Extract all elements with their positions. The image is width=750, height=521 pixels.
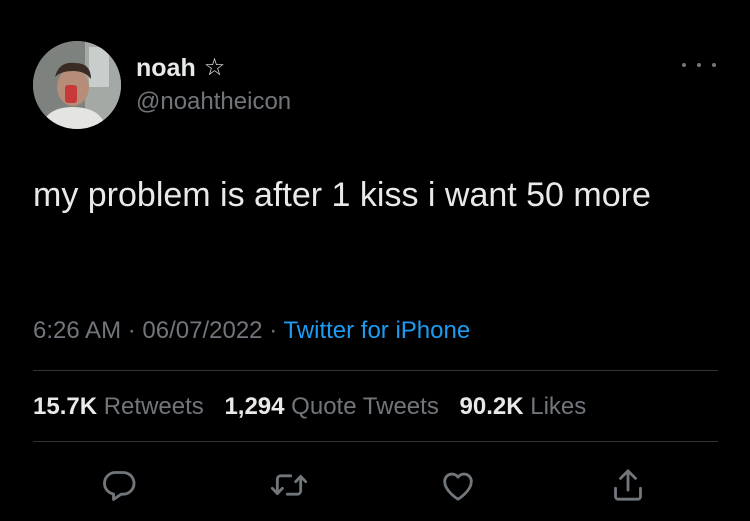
quote-tweets-count: 1,294 [224, 393, 285, 420]
quote-tweets-label: Quote Tweets [291, 393, 439, 420]
tweet-meta: 6:26 AM · 06/07/2022 · Twitter for iPhon… [33, 315, 470, 347]
reply-icon [103, 471, 136, 501]
divider [33, 441, 718, 442]
display-name-row[interactable]: noah ☆ [136, 53, 225, 83]
meta-separator: · [269, 317, 284, 344]
tweet-text: my problem is after 1 kiss i want 50 mor… [33, 176, 651, 214]
retweets-label: Retweets [103, 393, 204, 420]
likes-stat[interactable]: 90.2K Likes [460, 393, 587, 420]
tweet-source-link[interactable]: Twitter for iPhone [283, 317, 470, 344]
heart-icon [443, 472, 473, 501]
display-name[interactable]: noah [136, 53, 196, 83]
retweet-icon [270, 474, 308, 496]
more-dot [712, 63, 716, 67]
action-bar [0, 460, 750, 510]
avatar-photo [33, 41, 121, 129]
tweet-stats: 15.7K Retweets 1,294 Quote Tweets 90.2K … [33, 391, 600, 423]
quote-tweets-stat[interactable]: 1,294 Quote Tweets [224, 393, 438, 420]
star-icon: ☆ [203, 54, 226, 81]
likes-count: 90.2K [459, 393, 524, 420]
more-dot [697, 63, 701, 67]
more-options-icon[interactable] [682, 55, 716, 75]
retweets-count: 15.7K [33, 393, 98, 420]
retweets-stat[interactable]: 15.7K Retweets [33, 393, 204, 420]
like-button[interactable] [433, 460, 483, 510]
likes-label: Likes [530, 393, 587, 420]
divider [33, 370, 718, 371]
share-button[interactable] [603, 460, 653, 510]
meta-separator: · [127, 317, 143, 344]
avatar[interactable] [33, 41, 121, 129]
user-handle[interactable]: @noahtheicon [136, 87, 291, 117]
more-dot [682, 63, 686, 67]
tweet-detail: noah ☆ @noahtheicon my problem is after … [0, 0, 750, 521]
tweet-date[interactable]: 06/07/2022 [142, 317, 262, 344]
share-icon [614, 469, 642, 501]
retweet-button[interactable] [264, 460, 314, 510]
tweet-time[interactable]: 6:26 AM [33, 317, 121, 344]
reply-button[interactable] [94, 460, 144, 510]
